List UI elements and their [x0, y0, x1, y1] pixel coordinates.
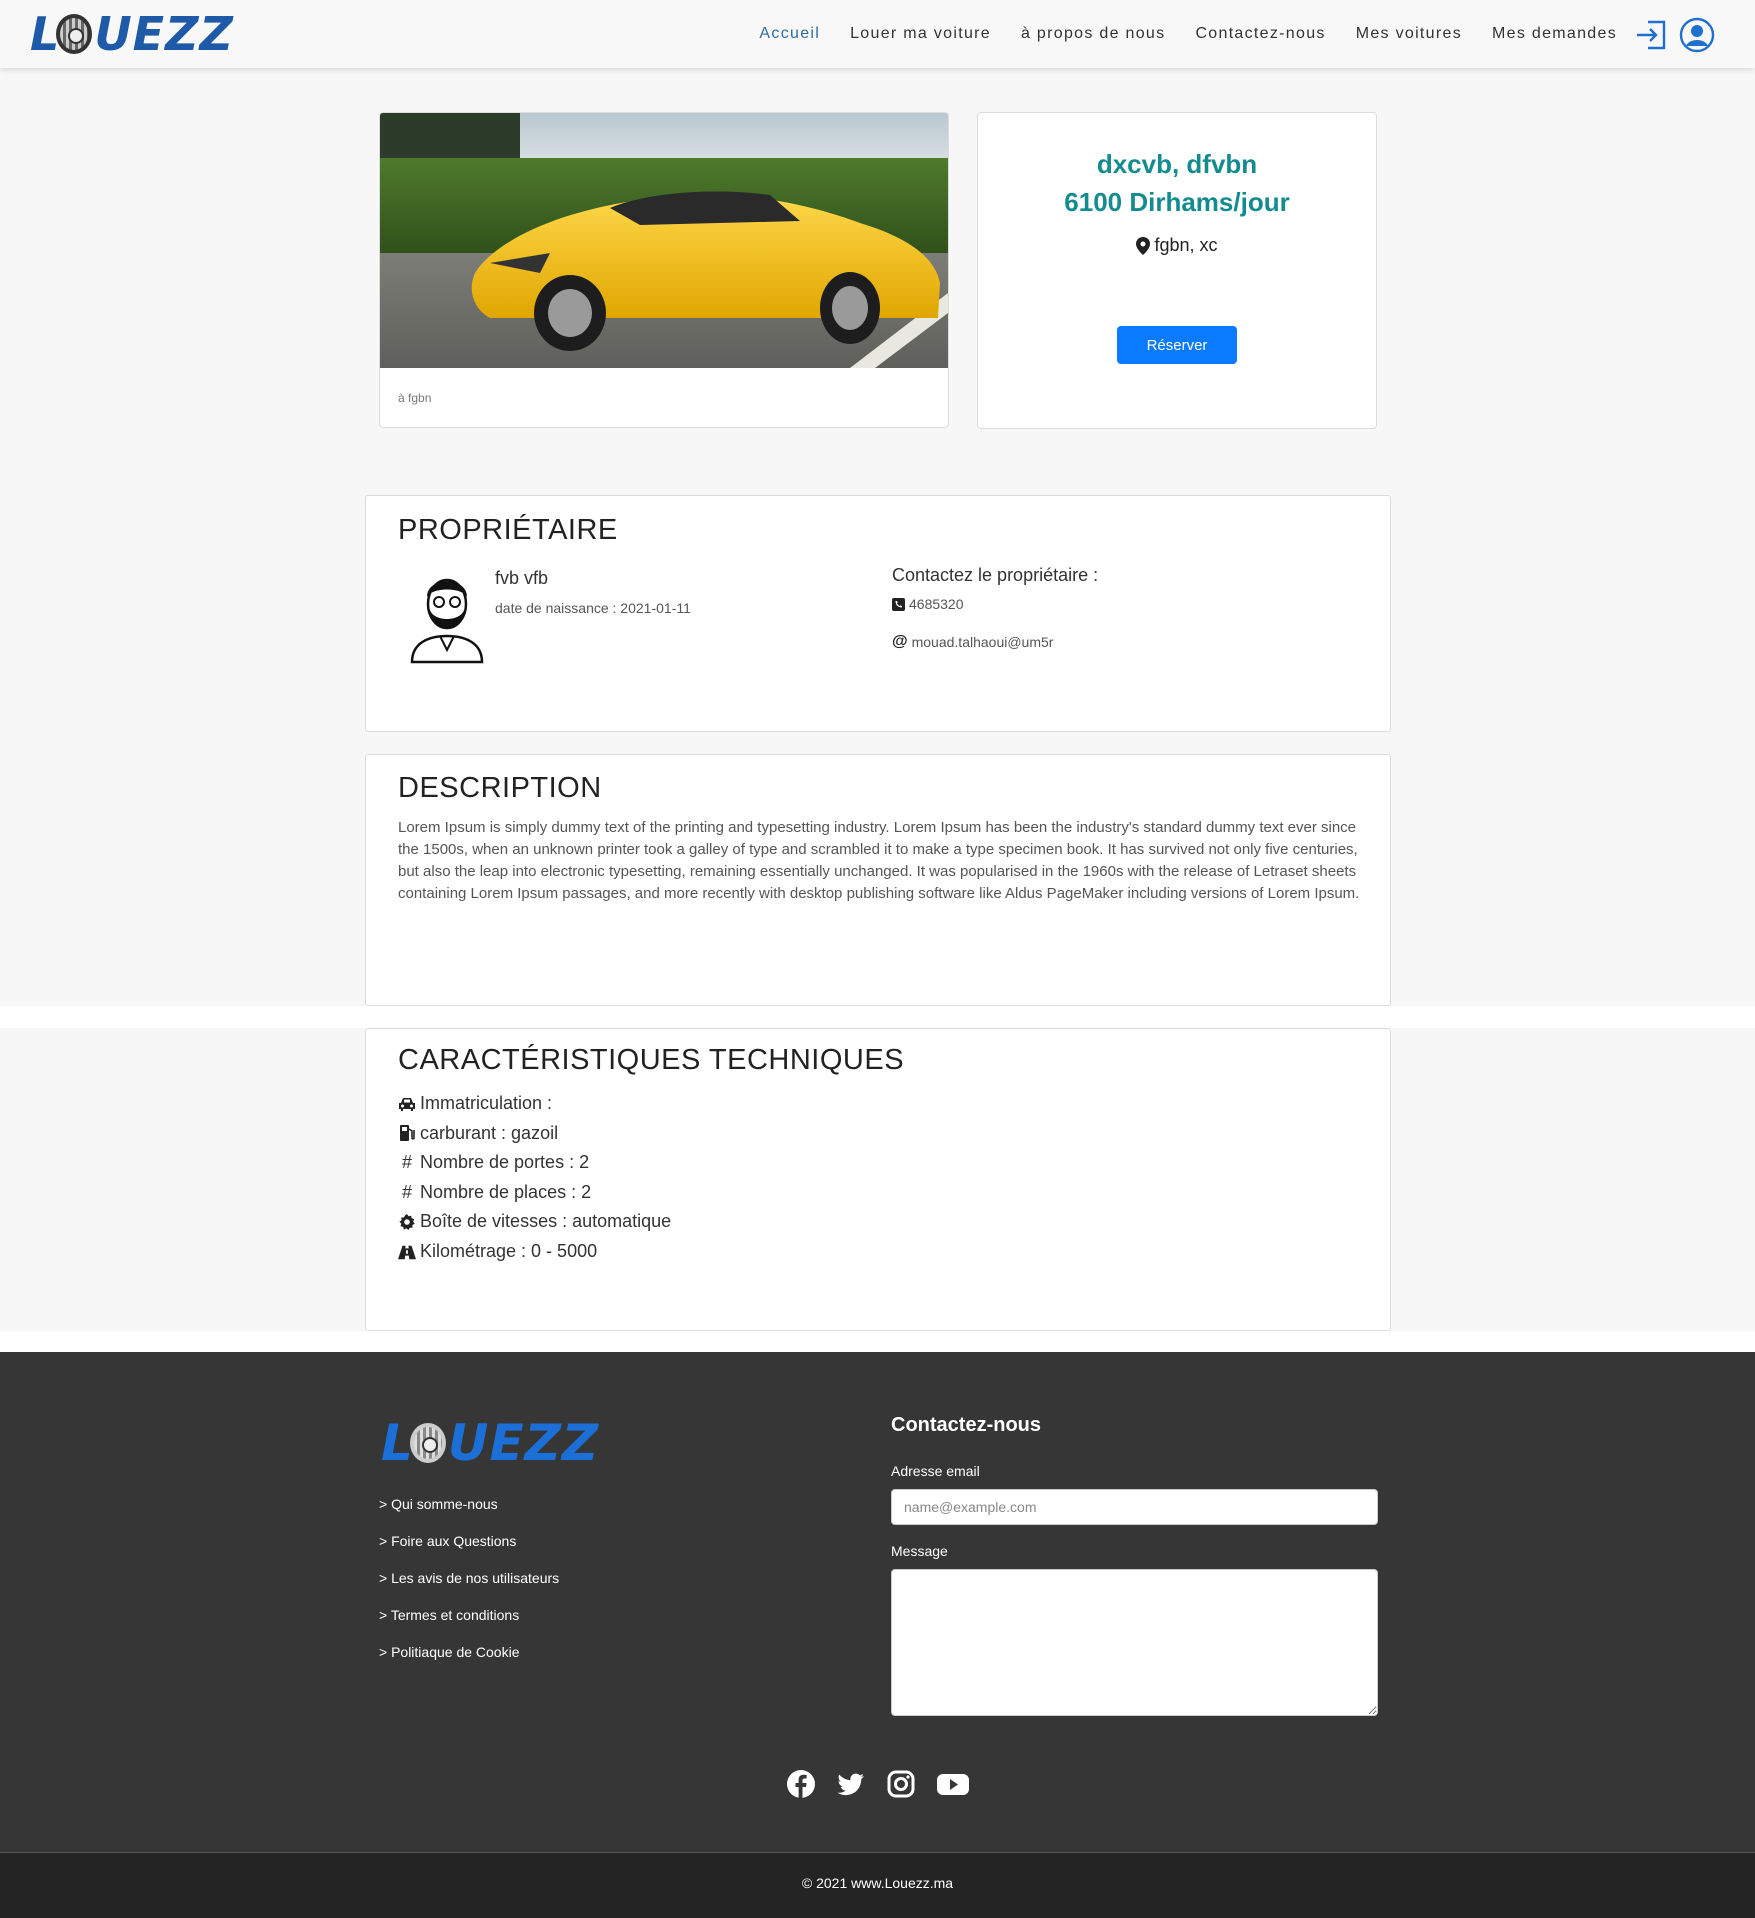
nav-links: Accueil Louer ma voiture à propos de nou… [759, 0, 1617, 68]
twitter-icon[interactable] [836, 1769, 866, 1799]
road-icon [398, 1245, 416, 1259]
nav-item-contactez-nous[interactable]: Contactez-nous [1195, 25, 1325, 43]
login-icon[interactable] [1634, 17, 1670, 53]
description-section-title: DESCRIPTION [398, 772, 602, 804]
map-pin-icon [1136, 236, 1151, 255]
tire-icon [409, 1423, 446, 1463]
at-icon: @ [892, 633, 908, 650]
phone-icon [892, 597, 905, 611]
social-links [786, 1769, 970, 1799]
tire-icon [56, 14, 93, 54]
footer-bottom-bar: © 2021 www.Louezz.ma [0, 1852, 1755, 1918]
tech-specs-section: CARACTÉRISTIQUES TECHNIQUES Immatriculat… [365, 1028, 1391, 1331]
instagram-icon[interactable] [886, 1769, 916, 1799]
email-label: Adresse email [891, 1463, 980, 1479]
email-field[interactable] [891, 1489, 1378, 1525]
owner-section-title: PROPRIÉTAIRE [398, 514, 618, 546]
message-textarea[interactable] [891, 1569, 1378, 1716]
description-section: DESCRIPTION Lorem Ipsum is simply dummy … [365, 754, 1391, 1006]
nav-item-louer-ma-voiture[interactable]: Louer ma voiture [850, 25, 991, 43]
spec-places: # Nombre de places : 2 [398, 1178, 671, 1208]
spec-carburant: carburant : gazoil [398, 1119, 671, 1149]
car-location: fgbn, xc [978, 235, 1376, 256]
facebook-icon[interactable] [786, 1769, 816, 1799]
owner-avatar [410, 578, 484, 664]
footer-link-cookie[interactable]: > Politiaque de Cookie [379, 1634, 559, 1671]
footer-logo[interactable]: L UEZZ [381, 1414, 599, 1472]
owner-email: @ mouad.talhaoui@um5r [892, 633, 1053, 651]
footer-link-avis[interactable]: > Les avis de nos utilisateurs [379, 1560, 559, 1597]
contact-owner-heading: Contactez le propriétaire : [892, 565, 1099, 585]
description-text: Lorem Ipsum is simply dummy text of the … [398, 819, 1360, 902]
navbar: L UEZZ Accueil Louer ma voiture à propos … [0, 0, 1755, 68]
user-circle-icon[interactable] [1679, 17, 1715, 53]
reserve-button[interactable]: Réserver [1117, 326, 1237, 364]
owner-email-text[interactable]: mouad.talhaoui@um5r [912, 634, 1054, 650]
tech-specs-list: Immatriculation : carburant : gazoil # N… [398, 1089, 671, 1267]
spec-portes: # Nombre de portes : 2 [398, 1148, 671, 1178]
hash-icon: # [401, 1181, 412, 1202]
car-info-card: dxcvb, dfvbn 6100 Dirhams/jour fgbn, xc … [977, 112, 1377, 429]
footer-link-faq[interactable]: > Foire aux Questions [379, 1523, 559, 1560]
owner-birthdate: date de naissance : 2021-01-11 [495, 600, 691, 616]
footer-links: > Qui somme-nous > Foire aux Questions >… [379, 1486, 559, 1671]
fuel-pump-icon [400, 1125, 415, 1142]
message-label: Message [891, 1543, 948, 1559]
youtube-icon[interactable] [936, 1769, 970, 1799]
car-caption: à fgbn [398, 391, 432, 405]
nav-item-a-propos[interactable]: à propos de nous [1021, 25, 1165, 43]
car-photo [380, 113, 948, 368]
car-title: dxcvb, dfvbn [1096, 149, 1258, 179]
hash-icon: # [401, 1152, 412, 1173]
location-text: fgbn, xc [1154, 235, 1218, 255]
car-image-card: à fgbn [379, 112, 949, 428]
tech-specs-title: CARACTÉRISTIQUES TECHNIQUES [398, 1044, 905, 1076]
nav-item-mes-demandes[interactable]: Mes demandes [1492, 25, 1617, 43]
nav-item-mes-voitures[interactable]: Mes voitures [1356, 25, 1462, 43]
car-icon [399, 1097, 415, 1111]
footer: L UEZZ > Qui somme-nous > Foire aux Quest… [0, 1352, 1755, 1852]
footer-link-termes[interactable]: > Termes et conditions [379, 1597, 559, 1634]
car-price: 6100 Dirhams/jour [1064, 187, 1290, 217]
owner-section: PROPRIÉTAIRE fvb vfb date de naissance :… [365, 495, 1391, 732]
brand-logo[interactable]: L UEZZ [30, 7, 234, 61]
footer-link-qui-sommes-nous[interactable]: > Qui somme-nous [379, 1486, 559, 1523]
nav-item-accueil[interactable]: Accueil [759, 25, 820, 43]
owner-name: fvb vfb [495, 568, 549, 588]
owner-phone-text[interactable]: 4685320 [909, 596, 964, 612]
spec-boite: Boîte de vitesses : automatique [398, 1207, 671, 1237]
spec-immatriculation: Immatriculation : [398, 1089, 671, 1119]
spec-kilometrage: Kilométrage : 0 - 5000 [398, 1237, 671, 1267]
owner-phone: 4685320 [892, 596, 964, 612]
gear-icon [399, 1214, 415, 1231]
copyright-text: © 2021 www.Louezz.ma [801, 1875, 954, 1891]
footer-contact-title: Contactez-nous [891, 1414, 1041, 1436]
